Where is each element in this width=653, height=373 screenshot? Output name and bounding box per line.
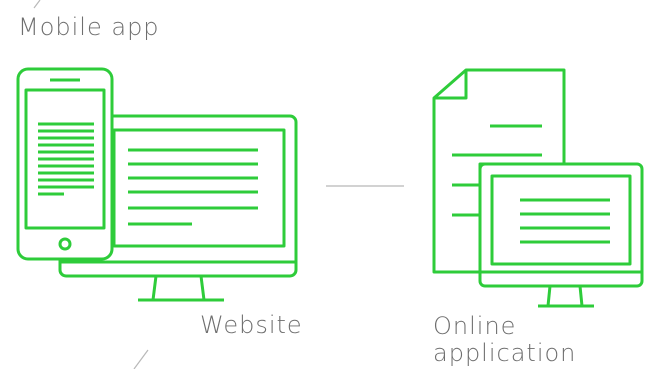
online-application-label-line1: Online xyxy=(433,312,517,340)
mobile-phone-icon xyxy=(16,67,114,261)
diagram: Mobile app Website Online application xyxy=(0,0,653,370)
application-monitor-icon xyxy=(478,162,644,308)
online-application-label-line2: application xyxy=(433,339,577,367)
decorative-tick-top xyxy=(33,0,41,9)
website-label: Website xyxy=(200,311,303,339)
online-application-label: Online application xyxy=(433,313,576,367)
decorative-tick-bottom xyxy=(133,349,149,370)
mobile-app-label: Mobile app xyxy=(18,13,160,41)
